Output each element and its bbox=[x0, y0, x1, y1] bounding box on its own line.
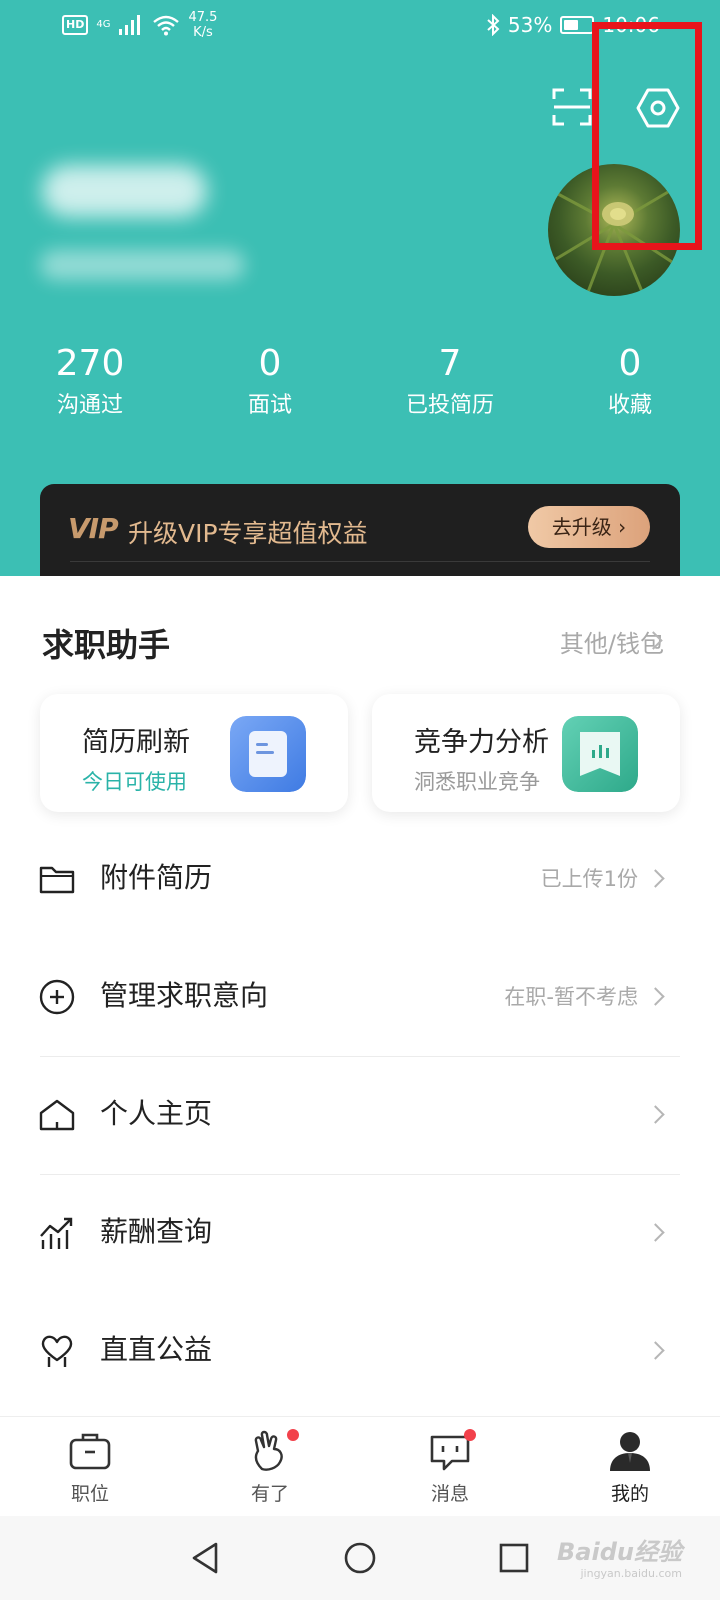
chevron-right-icon bbox=[646, 1341, 665, 1360]
vip-logo: VIP bbox=[68, 512, 119, 545]
battery-icon bbox=[560, 16, 595, 34]
tab-youle[interactable]: 有了 bbox=[180, 1417, 360, 1517]
chevron-right-icon bbox=[646, 869, 665, 888]
menu-label: 薪酬查询 bbox=[100, 1215, 213, 1248]
menu-label: 个人主页 bbox=[100, 1097, 213, 1130]
menu-value: 在职-暂不考虑 bbox=[504, 985, 638, 1009]
card-title: 竞争力分析 bbox=[414, 727, 549, 758]
menu-attachment-resume[interactable]: 附件简历 已上传1份 bbox=[0, 820, 720, 938]
vip-banner[interactable]: VIP 升级VIP专享超值权益 去升级 › bbox=[40, 484, 680, 576]
stat-label: 收藏 bbox=[607, 393, 652, 418]
menu-value: 已上传1份 bbox=[540, 867, 638, 891]
bluetooth-icon bbox=[487, 14, 500, 36]
vip-divider bbox=[70, 561, 650, 562]
wifi-icon bbox=[153, 15, 180, 36]
recent-apps-icon[interactable] bbox=[494, 1538, 534, 1578]
user-name-blurred bbox=[42, 165, 207, 217]
card-subtitle: 洞悉职业竞争 bbox=[414, 770, 540, 794]
status-left: HD 4G 47.5 K/s bbox=[62, 10, 217, 40]
competitiveness-card[interactable]: 竞争力分析 洞悉职业竞争 bbox=[372, 694, 680, 812]
trend-chart-icon bbox=[40, 1217, 73, 1249]
tab-label: 有了 bbox=[250, 1483, 289, 1505]
tab-messages[interactable]: 消息 bbox=[360, 1417, 540, 1517]
hand-icon bbox=[254, 1430, 283, 1471]
menu-charity[interactable]: 直直公益 bbox=[0, 1292, 720, 1410]
signal-icon bbox=[119, 15, 141, 35]
stat-value: 270 bbox=[55, 343, 125, 384]
main-content: 求职助手 其他/钱包 简历刷新 今日可使用 竞争力分析 洞悉职业竞争 附件简历 … bbox=[0, 576, 720, 1416]
scan-icon[interactable] bbox=[550, 85, 594, 129]
speed-unit: K/s bbox=[193, 25, 213, 40]
stat-label: 已投简历 bbox=[405, 393, 494, 418]
chevron-right-icon bbox=[646, 1223, 665, 1242]
bottom-tab-bar: 职位 有了 消息 我的 bbox=[0, 1416, 720, 1516]
tab-jobs[interactable]: 职位 bbox=[0, 1417, 180, 1517]
stat-interviews[interactable]: 0 面试 bbox=[180, 340, 360, 422]
stat-favorites[interactable]: 0 收藏 bbox=[540, 340, 720, 422]
card-subtitle: 今日可使用 bbox=[82, 770, 187, 794]
watermark-main: Baidu经验 bbox=[557, 1538, 682, 1566]
battery-fill bbox=[564, 20, 579, 30]
menu-salary-query[interactable]: 薪酬查询 bbox=[0, 1174, 720, 1292]
briefcase-icon bbox=[69, 1433, 111, 1470]
folder-icon bbox=[39, 866, 75, 894]
battery-percent: 53% bbox=[507, 13, 553, 37]
menu-label: 直直公益 bbox=[100, 1333, 213, 1366]
user-subtitle-blurred bbox=[40, 250, 245, 280]
person-icon bbox=[610, 1432, 650, 1471]
hd-badge: HD bbox=[62, 15, 89, 35]
menu-personal-page[interactable]: 个人主页 bbox=[0, 1056, 720, 1174]
chart-flag-icon bbox=[562, 716, 638, 792]
section-title: 求职助手 bbox=[42, 626, 171, 664]
menu-job-intention[interactable]: 管理求职意向 在职-暂不考虑 bbox=[0, 938, 720, 1056]
stat-value: 0 bbox=[618, 343, 642, 384]
heart-hands-icon bbox=[41, 1335, 73, 1367]
system-nav-bar: Baidu经验 jingyan.baidu.com bbox=[0, 1516, 720, 1600]
speed-value: 47.5 bbox=[188, 10, 218, 25]
stat-communicated[interactable]: 270 沟通过 bbox=[0, 340, 180, 422]
home-button-icon[interactable] bbox=[340, 1538, 380, 1578]
tab-label: 职位 bbox=[70, 1483, 109, 1505]
network-speed: 47.5 K/s bbox=[188, 10, 217, 40]
plus-circle-icon bbox=[39, 979, 75, 1015]
resume-refresh-card[interactable]: 简历刷新 今日可使用 bbox=[40, 694, 348, 812]
menu-label: 附件简历 bbox=[100, 861, 213, 894]
tab-label: 消息 bbox=[430, 1483, 469, 1505]
stats-row: 270 沟通过 0 面试 7 已投简历 0 收藏 bbox=[0, 340, 720, 430]
document-icon bbox=[230, 716, 306, 792]
watermark-sub: jingyan.baidu.com bbox=[580, 1567, 682, 1580]
watermark: Baidu经验 jingyan.baidu.com bbox=[557, 1532, 682, 1580]
stat-value: 7 bbox=[438, 343, 462, 384]
settings-highlight-box bbox=[592, 22, 702, 250]
chevron-right-icon bbox=[646, 1105, 665, 1124]
upgrade-button-label: 去升级 bbox=[551, 515, 612, 539]
tab-label: 我的 bbox=[610, 1483, 649, 1505]
vip-text: 升级VIP专享超值权益 bbox=[128, 519, 368, 548]
notification-badge bbox=[287, 1429, 299, 1441]
network-type: 4G bbox=[96, 19, 111, 30]
stat-label: 面试 bbox=[247, 393, 292, 418]
notification-badge bbox=[464, 1429, 476, 1441]
menu-label: 管理求职意向 bbox=[100, 979, 269, 1012]
back-icon[interactable] bbox=[186, 1538, 226, 1578]
profile-header: HD 4G 47.5 K/s 53% 10:06 270 沟通过 0 面试 7 … bbox=[0, 0, 720, 620]
stat-applied[interactable]: 7 已投简历 bbox=[360, 340, 540, 422]
upgrade-button[interactable]: 去升级 › bbox=[528, 506, 650, 548]
tab-mine[interactable]: 我的 bbox=[540, 1417, 720, 1517]
chevron-right-icon bbox=[646, 987, 665, 1006]
card-title: 简历刷新 bbox=[82, 727, 190, 758]
stat-value: 0 bbox=[258, 343, 282, 384]
home-icon bbox=[39, 1099, 75, 1131]
stat-label: 沟通过 bbox=[56, 393, 123, 418]
